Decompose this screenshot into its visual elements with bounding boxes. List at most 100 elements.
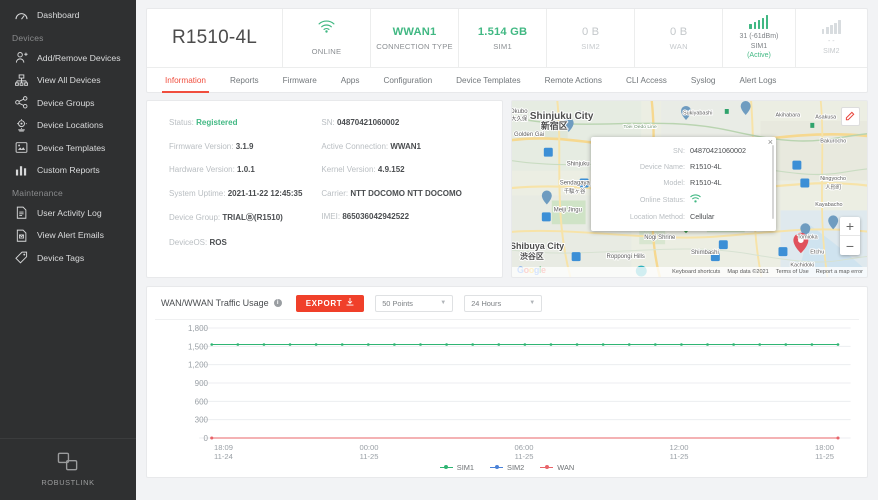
info-key: Hardware Version: (169, 165, 235, 174)
svg-text:Akihabara: Akihabara (776, 112, 802, 118)
svg-text:Toei Oedo Line: Toei Oedo Line (623, 124, 657, 130)
legend-item-wan[interactable]: WAN (540, 463, 574, 472)
zoom-in-button[interactable]: + (840, 217, 860, 236)
download-icon (346, 298, 354, 308)
svg-text:Sukiyabashi: Sukiyabashi (683, 110, 712, 116)
legend-swatch (490, 467, 503, 468)
wifi-icon (690, 194, 701, 205)
tab-alert-logs[interactable]: Alert Logs (727, 68, 788, 93)
device-tabs: Information Reports Firmware Apps Config… (147, 67, 867, 92)
legend-label: WAN (557, 463, 574, 472)
tab-firmware[interactable]: Firmware (271, 68, 329, 93)
range-select-value: 24 Hours (471, 299, 501, 308)
sidebar-item-custom-reports[interactable]: Custom Reports (0, 159, 136, 182)
svg-text:Sendagaya: Sendagaya (560, 181, 591, 187)
sidebar-item-user-activity-log[interactable]: User Activity Log (0, 202, 136, 225)
popup-row-device-name: Device Name: R1510-4L (597, 162, 762, 171)
report-map-error-link[interactable]: Report a map error (816, 269, 863, 275)
sidebar: Dashboard Devices Add/Remove Devices Vie… (0, 0, 136, 500)
svg-text:渋谷区: 渋谷区 (520, 251, 544, 261)
info-value: 3.1.9 (236, 142, 254, 151)
info-key: Active Connection: (321, 142, 388, 151)
popup-scrollbar[interactable] (772, 145, 775, 219)
signal-label: SIM2 (823, 47, 839, 56)
info-value: Registered (196, 118, 237, 127)
info-row-sn: SN: 04870421060002 (321, 118, 486, 127)
info-key: Status: (169, 118, 194, 127)
tab-remote-actions[interactable]: Remote Actions (533, 68, 614, 93)
popup-row-sn: SN: 04870421060002 (597, 146, 762, 155)
svg-text:Nogi Shrine: Nogi Shrine (644, 235, 676, 241)
signal-sim1-cell: 31 (-61dBm) SIM1 (Active) (723, 9, 795, 67)
popup-value: R1510-4L (690, 178, 722, 187)
points-select[interactable]: 50 Points ▼ (375, 295, 453, 312)
chevron-down-icon: ▼ (529, 300, 535, 306)
information-column-left: Status: Registered Firmware Version: 3.1… (169, 118, 321, 261)
keyboard-shortcuts-link[interactable]: Keyboard shortcuts (672, 269, 720, 275)
map-zoom-controls[interactable]: + − (840, 217, 860, 255)
info-icon[interactable]: i (274, 299, 282, 307)
legend-item-sim2[interactable]: SIM2 (490, 463, 524, 472)
signal-bars-icon (822, 20, 841, 34)
terms-of-use-link[interactable]: Terms of Use (776, 269, 809, 275)
points-select-value: 50 Points (382, 299, 413, 308)
popup-value: 04870421060002 (690, 146, 746, 155)
sidebar-item-device-tags[interactable]: Device Tags (0, 247, 136, 270)
info-row-firmware-version: Firmware Version: 3.1.9 (169, 142, 321, 151)
info-value: TRIALⒷ(R1510) (222, 213, 282, 222)
sidebar-item-device-templates[interactable]: Device Templates (0, 137, 136, 160)
svg-text:Golden Gai: Golden Gai (514, 132, 544, 138)
sidebar-item-device-groups[interactable]: Device Groups (0, 92, 136, 115)
device-summary-row: R1510-4L ONLINE WWAN1 CO (147, 9, 867, 67)
info-row-system-uptime: System Uptime: 2021-11-22 12:45:35 (169, 189, 321, 198)
tab-information[interactable]: Information (153, 68, 218, 93)
info-key: IMEI: (321, 212, 340, 221)
popup-row-location-method: Location Method: Cellular (597, 212, 762, 221)
svg-text:新宿区: 新宿区 (541, 120, 568, 131)
sidebar-item-view-all-devices[interactable]: View All Devices (0, 69, 136, 92)
sidebar-group-maintenance: Maintenance (0, 182, 136, 202)
sidebar-item-label: View Alert Emails (37, 230, 104, 240)
view-alert-emails-icon (14, 229, 29, 242)
info-value: NTT DOCOMO NTT DOCOMO (350, 189, 462, 198)
info-row-kernel-version: Kernel Version: 4.9.152 (321, 165, 486, 174)
info-row-active-connection: Active Connection: WWAN1 (321, 142, 486, 151)
sidebar-item-dashboard[interactable]: Dashboard (0, 4, 136, 27)
map-info-popup[interactable]: × SN: 04870421060002 Device Name: R1510-… (591, 137, 776, 231)
info-key: Firmware Version: (169, 142, 233, 151)
traffic-chart[interactable]: 03006009001,2001,5001,80018:0911-2400:00… (155, 320, 859, 478)
export-button-label: EXPORT (306, 299, 343, 308)
legend-item-sim1[interactable]: SIM1 (440, 463, 474, 472)
range-select[interactable]: 24 Hours ▼ (464, 295, 542, 312)
svg-text:Kayabacho: Kayabacho (815, 202, 842, 208)
edit-location-button[interactable] (841, 107, 860, 126)
device-location-map[interactable]: Shinjuku City新宿区Okubo大久保Golden GaiToei O… (511, 100, 868, 278)
device-header-card: R1510-4L ONLINE WWAN1 CO (146, 8, 868, 93)
sidebar-item-add-remove-devices[interactable]: Add/Remove Devices (0, 47, 136, 70)
view-all-devices-icon (14, 74, 29, 87)
tab-reports[interactable]: Reports (218, 68, 271, 93)
tab-syslog[interactable]: Syslog (679, 68, 728, 93)
info-key: Kernel Version: (321, 165, 375, 174)
sidebar-item-view-alert-emails[interactable]: View Alert Emails (0, 224, 136, 247)
page-title: R1510-4L (172, 27, 257, 49)
export-button[interactable]: EXPORT (296, 295, 365, 312)
zoom-out-button[interactable]: − (840, 236, 860, 255)
sidebar-item-label: Custom Reports (37, 165, 100, 175)
usage-wan-cell: 0 B WAN (635, 9, 723, 67)
popup-key: Online Status: (597, 195, 690, 204)
wifi-icon (318, 20, 335, 38)
sidebar-item-device-locations[interactable]: Device Locations (0, 114, 136, 137)
tab-apps[interactable]: Apps (329, 68, 372, 93)
svg-text:Meiji Jingu: Meiji Jingu (554, 207, 582, 213)
add-remove-devices-icon (14, 51, 29, 64)
info-row-device-os: DeviceOS: ROS (169, 238, 321, 247)
popup-row-online-status: Online Status: (597, 194, 762, 205)
sidebar-nav: Dashboard Devices Add/Remove Devices Vie… (0, 0, 136, 438)
tab-configuration[interactable]: Configuration (371, 68, 444, 93)
tab-device-templates[interactable]: Device Templates (444, 68, 532, 93)
sidebar-item-label: Device Locations (37, 120, 103, 130)
info-key: SN: (321, 118, 334, 127)
svg-text:11-25: 11-25 (360, 452, 379, 461)
tab-cli-access[interactable]: CLI Access (614, 68, 679, 93)
